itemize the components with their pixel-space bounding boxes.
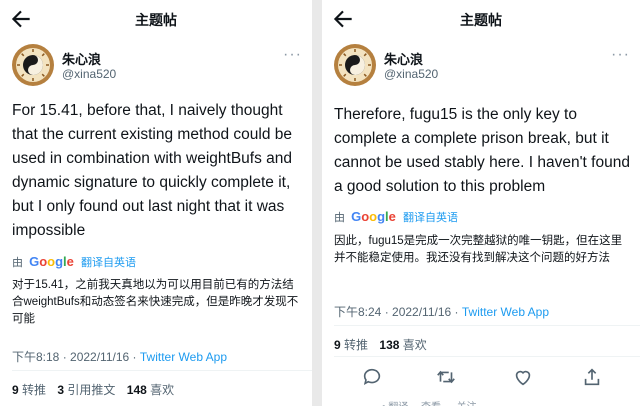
author-name[interactable]: 朱心浪 bbox=[62, 49, 101, 68]
retweet-label[interactable]: 转推 bbox=[22, 383, 46, 397]
like-icon[interactable] bbox=[510, 364, 536, 390]
tweet-timestamp[interactable]: 下午8:18 · 2022/11/16 · bbox=[12, 350, 140, 364]
tweet-actions bbox=[322, 364, 640, 390]
translated-by-label: 由 bbox=[12, 257, 23, 269]
tweet-source-link[interactable]: Twitter Web App bbox=[462, 305, 549, 319]
right-thread-panel: 主题帖 朱心浪 @xina520 ··· Therefore, fugu15 i… bbox=[322, 0, 640, 406]
more-options-icon[interactable]: ··· bbox=[283, 46, 302, 64]
like-label[interactable]: 喜欢 bbox=[150, 383, 174, 397]
translated-from-label: 翻译自英语 bbox=[80, 257, 136, 269]
translation-attribution[interactable]: 由 Google 翻译自英语 bbox=[334, 209, 458, 225]
tweet-source-link[interactable]: Twitter Web App bbox=[140, 350, 227, 364]
author-handle[interactable]: @xina520 bbox=[384, 67, 438, 81]
translated-from-label: 翻译自英语 bbox=[402, 212, 458, 224]
cutoff-text: • 翻译… 查看 … 关注 … bbox=[382, 398, 489, 406]
google-logo: Google bbox=[351, 209, 396, 224]
like-label[interactable]: 喜欢 bbox=[403, 338, 427, 352]
page-title: 主题帖 bbox=[460, 12, 502, 28]
like-count[interactable]: 148 bbox=[127, 383, 147, 397]
retweet-count[interactable]: 9 bbox=[12, 383, 19, 397]
page-title: 主题帖 bbox=[135, 12, 177, 28]
tweet-stats: 9 转推 3 引用推文 148 喜欢 bbox=[12, 381, 174, 398]
translated-text: 对于15.41，之前我天真地以为可以用目前已有的方法结合weightBufs和动… bbox=[12, 279, 299, 325]
author-name[interactable]: 朱心浪 bbox=[384, 49, 423, 68]
share-icon[interactable] bbox=[579, 364, 605, 390]
tweet-meta: 下午8:24 · 2022/11/16 · Twitter Web App bbox=[334, 303, 549, 320]
tweet-stats: 9 转推 138 喜欢 bbox=[334, 336, 427, 353]
top-bar: 主题帖 bbox=[0, 0, 312, 38]
retweet-icon[interactable] bbox=[433, 364, 459, 390]
translation-attribution[interactable]: 由 Google 翻译自英语 bbox=[12, 254, 136, 270]
left-thread-panel: 主题帖 朱心浪 @xina520 ··· For 15.41, before t… bbox=[0, 0, 312, 406]
google-logo: Google bbox=[29, 254, 74, 269]
retweet-count[interactable]: 9 bbox=[334, 338, 341, 352]
avatar[interactable] bbox=[12, 44, 54, 86]
translated-text: 因此，fugu15是完成一次完整越狱的唯一钥匙，但在这里并不能稳定使用。我还没有… bbox=[334, 235, 623, 264]
tweet-text: Therefore, fugu15 is the only key to com… bbox=[334, 106, 630, 195]
tweet-text: For 15.41, before that, I naively though… bbox=[12, 102, 293, 239]
retweet-label[interactable]: 转推 bbox=[344, 338, 368, 352]
tweet-meta: 下午8:18 · 2022/11/16 · Twitter Web App bbox=[12, 348, 227, 365]
more-options-icon[interactable]: ··· bbox=[611, 46, 630, 64]
reply-icon[interactable] bbox=[359, 364, 385, 390]
top-bar: 主题帖 bbox=[322, 0, 640, 38]
author-handle[interactable]: @xina520 bbox=[62, 67, 116, 81]
like-count[interactable]: 138 bbox=[379, 338, 399, 352]
translated-by-label: 由 bbox=[334, 212, 345, 224]
quote-label[interactable]: 引用推文 bbox=[67, 383, 115, 397]
quote-count[interactable]: 3 bbox=[57, 383, 64, 397]
divider bbox=[334, 325, 640, 326]
divider bbox=[12, 370, 312, 371]
avatar[interactable] bbox=[334, 44, 376, 86]
divider bbox=[334, 356, 640, 357]
tweet-timestamp[interactable]: 下午8:24 · 2022/11/16 · bbox=[334, 305, 462, 319]
